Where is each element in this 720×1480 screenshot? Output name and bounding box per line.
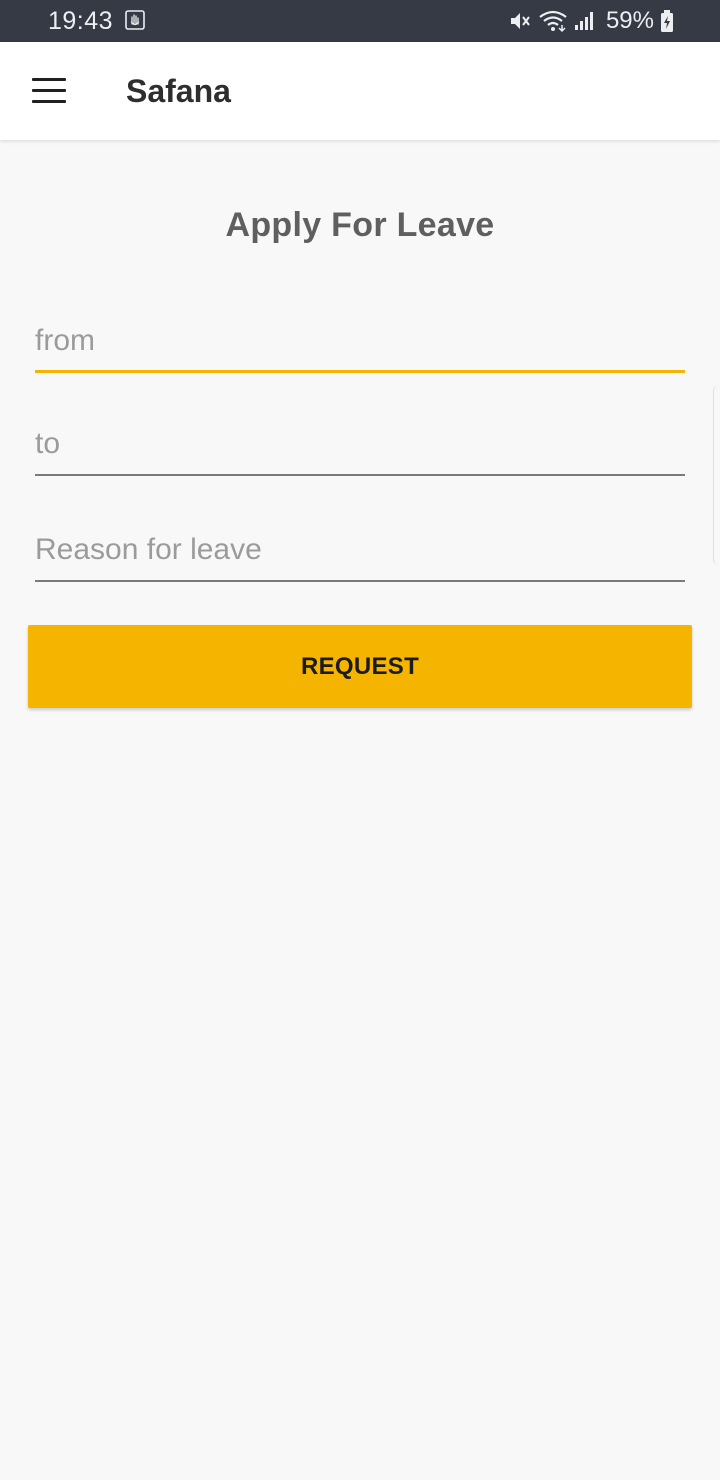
page-title: Apply For Leave	[225, 206, 495, 244]
edge-panel-handle[interactable]	[713, 385, 720, 565]
status-bar: 19:43 59%	[0, 0, 720, 42]
hand-notification-icon	[125, 10, 145, 30]
app-title: Safana	[126, 73, 231, 109]
status-icons: 59%	[508, 6, 674, 36]
reason-field-underline	[35, 580, 685, 582]
hamburger-menu-icon[interactable]	[22, 64, 76, 118]
from-field-container	[35, 313, 685, 373]
app-bar: Safana	[0, 42, 720, 140]
to-date-input[interactable]	[35, 416, 685, 472]
reason-field-container	[35, 522, 685, 582]
mute-icon	[510, 13, 530, 29]
wifi-icon	[539, 10, 567, 33]
request-button[interactable]: REQUEST	[28, 625, 692, 708]
reason-input[interactable]	[35, 522, 685, 578]
to-field-container	[35, 416, 685, 476]
from-field-underline	[35, 370, 685, 373]
battery-charging-icon	[661, 10, 673, 32]
battery-percent: 59%	[605, 7, 654, 34]
to-field-underline	[35, 474, 685, 476]
from-date-input[interactable]	[35, 313, 685, 369]
signal-icon	[574, 12, 593, 30]
status-time: 19:43	[48, 7, 114, 35]
